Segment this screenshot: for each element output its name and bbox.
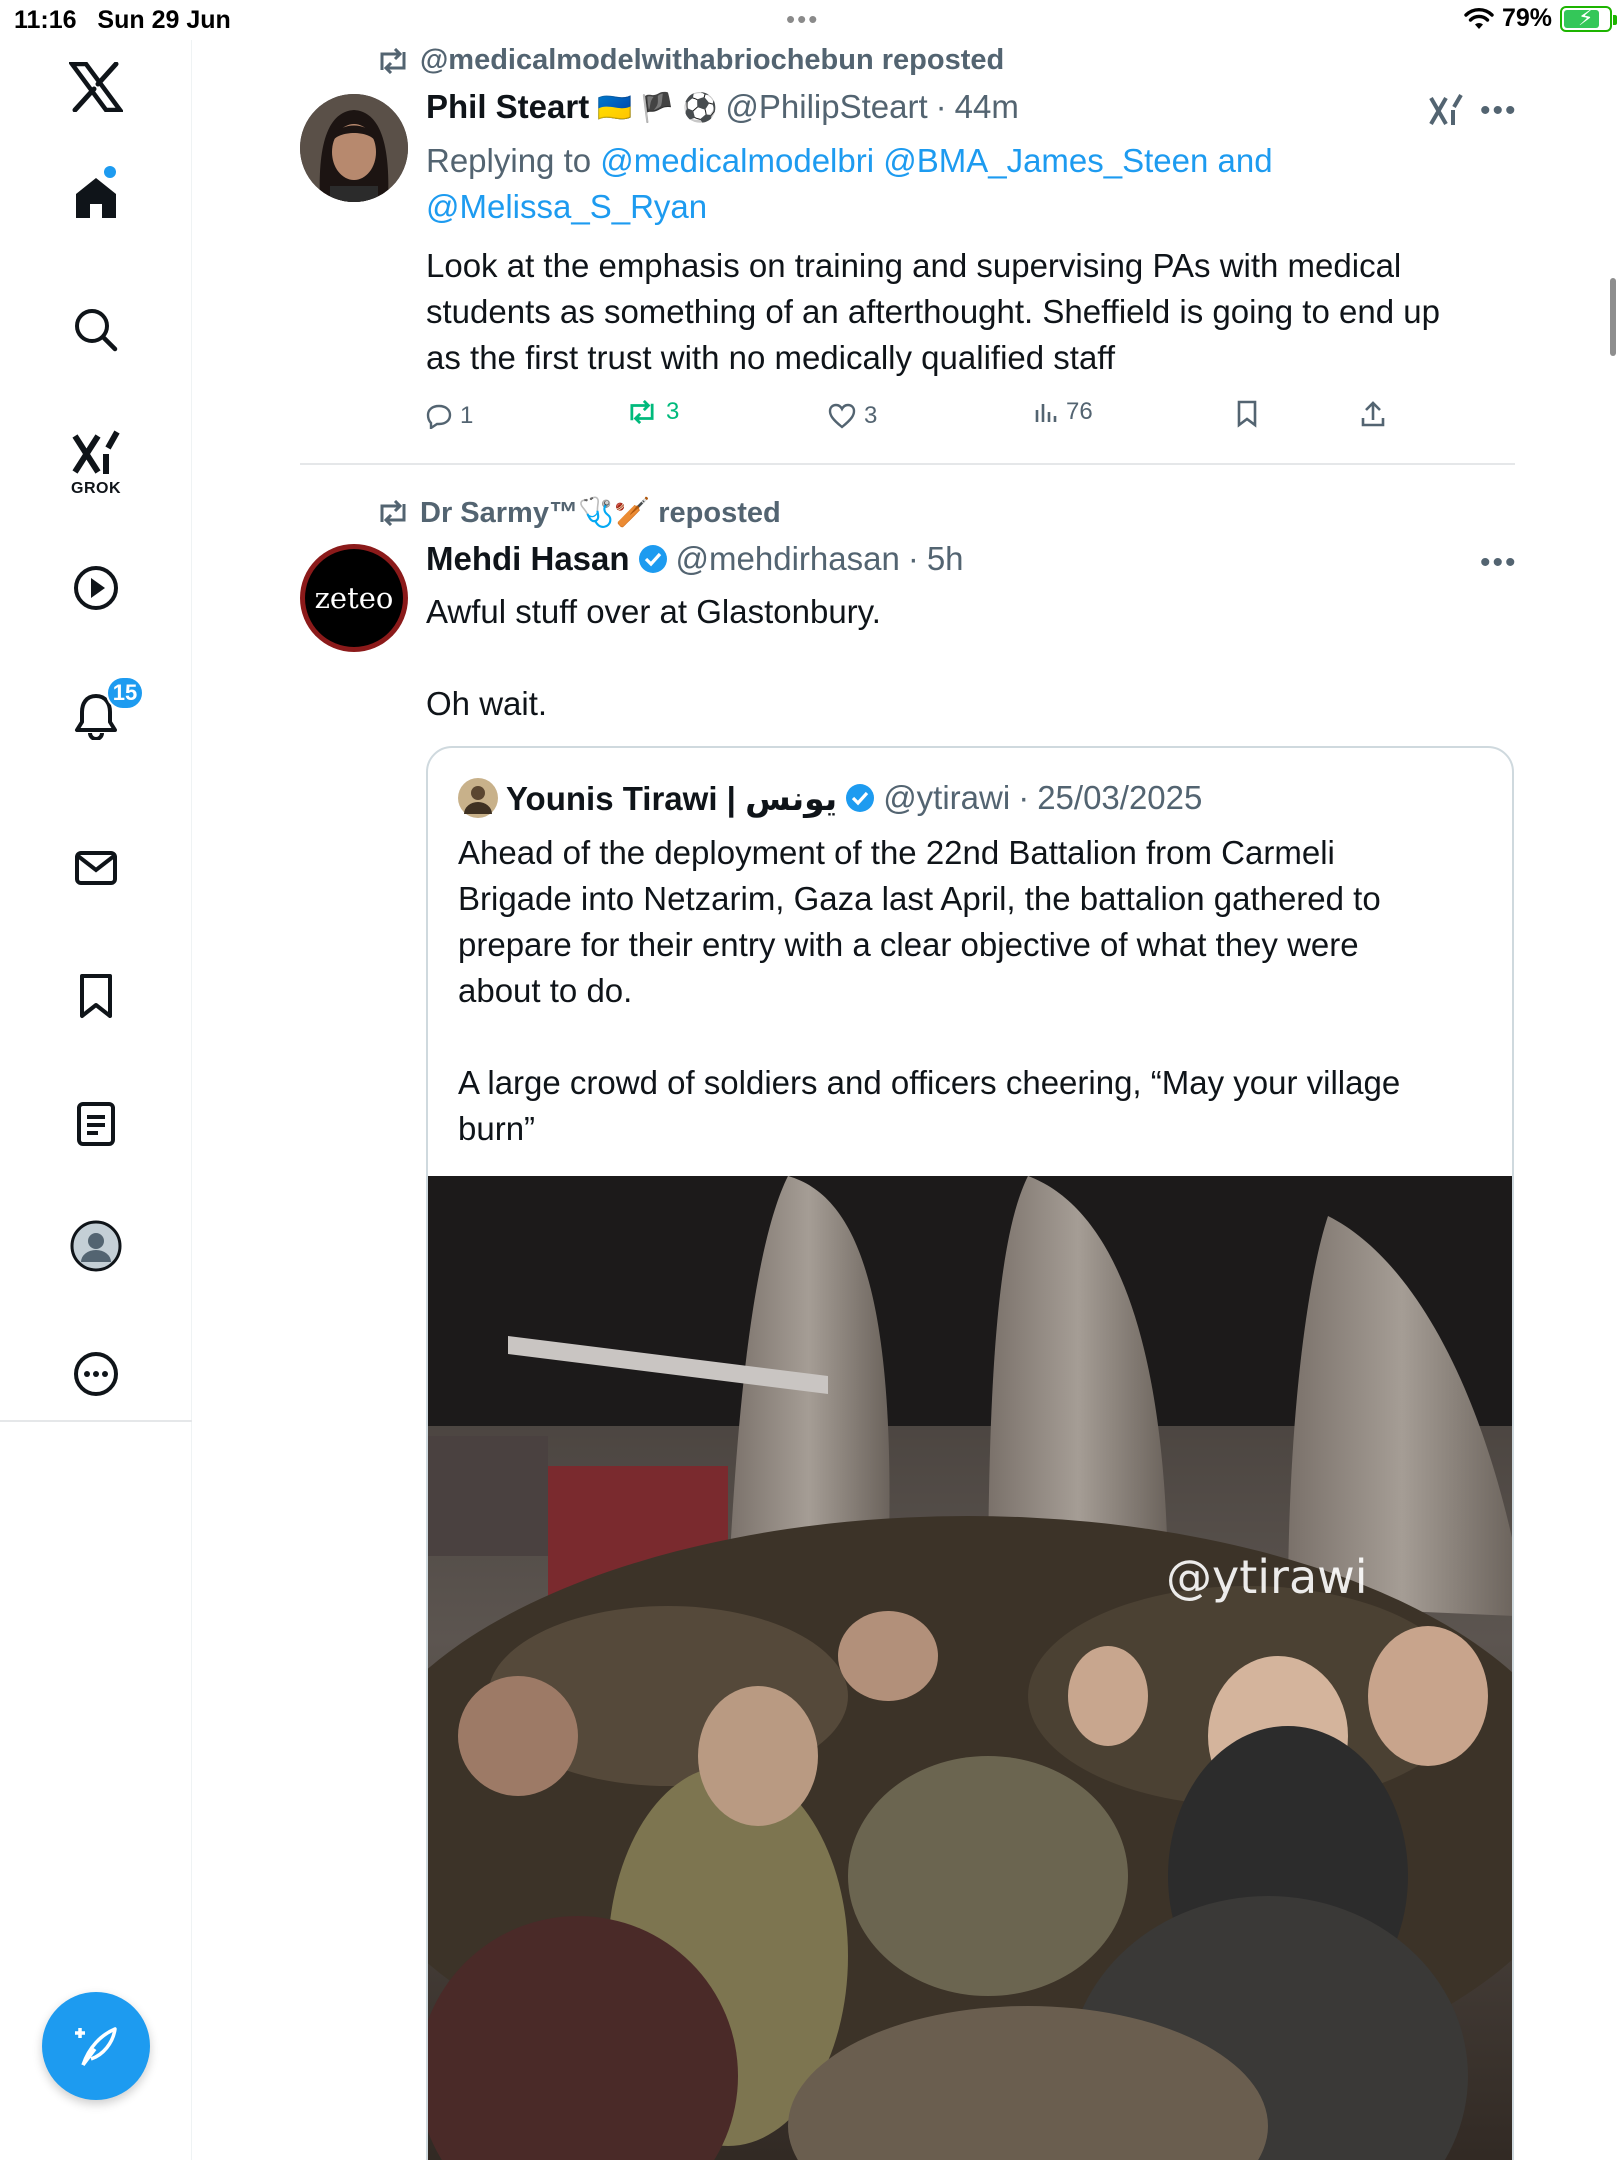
repost-text[interactable]: Dr Sarmy™🩺🏏 reposted (420, 496, 781, 530)
video-watermark: @ytirawi (1166, 1550, 1368, 1604)
tweet-time[interactable]: 5h (927, 540, 964, 578)
sidebar: GROK 15 (0, 40, 192, 2160)
avatar-logo-text: zeteo (314, 581, 394, 615)
name-emoji-flags: 🇺🇦 🏴 ⚽ (597, 91, 718, 123)
bookmark-icon[interactable] (1236, 400, 1258, 428)
replying-to-mention-2[interactable]: @Melissa_S_Ryan (426, 188, 707, 225)
compose-feather-icon (75, 2027, 117, 2067)
quote-video[interactable]: @ytirawi (428, 1176, 1512, 2160)
nav-grok[interactable]: GROK (0, 428, 192, 498)
play-circle-icon (74, 566, 118, 610)
sidebar-divider (0, 1420, 192, 1422)
quote-header: Younis Tirawi | يونس @ytirawi · 25/03/20… (458, 778, 1202, 818)
mail-icon (75, 851, 117, 885)
nav-notifications[interactable]: 15 (0, 676, 192, 740)
battery-icon: ⚡ (1560, 5, 1617, 32)
status-bar: 11:16 Sun 29 Jun ••• 79% ⚡ (0, 0, 1620, 40)
nav-video[interactable] (0, 564, 192, 612)
replying-to: Replying to @medicalmodelbri @BMA_James_… (426, 138, 1426, 230)
status-time: 11:16 Sun 29 Jun (14, 6, 231, 34)
grok-explain-icon[interactable] (1428, 92, 1464, 128)
quote-avatar[interactable] (458, 778, 498, 818)
repost-indicator: Dr Sarmy™🩺🏏 reposted (376, 496, 781, 530)
views-bars-icon (1035, 404, 1057, 422)
status-right: 79% ⚡ (1464, 4, 1617, 33)
nav-bookmarks[interactable] (0, 972, 192, 1020)
share-icon[interactable] (1360, 400, 1386, 428)
profile-avatar-icon (70, 1220, 122, 1272)
view-count: 76 (1066, 398, 1093, 425)
tweet-time[interactable]: 44m (955, 88, 1019, 126)
tweet-text: Awful stuff over at Glastonbury. Oh wait… (426, 593, 881, 722)
quote-author-handle[interactable]: @ytirawi (883, 779, 1010, 817)
grok-label: GROK (71, 480, 121, 497)
nav-more[interactable] (0, 1350, 192, 1398)
repost-count: 3 (666, 398, 680, 425)
separator-dot: · (1018, 779, 1030, 816)
quote-text: Ahead of the deployment of the 22nd Batt… (458, 834, 1401, 1147)
search-icon (75, 309, 118, 352)
nav-profile[interactable] (0, 1220, 192, 1272)
like-button[interactable]: 3 (828, 402, 877, 430)
replying-to-mentions[interactable]: @medicalmodelbri @BMA_James_Steen and (600, 142, 1272, 179)
replying-label: Replying to (426, 142, 592, 179)
grok-icon (72, 430, 120, 474)
author-handle[interactable]: @mehdirhasan (676, 540, 900, 578)
reply-icon (426, 404, 452, 429)
quote-date: 25/03/2025 (1037, 779, 1203, 816)
wifi-icon (1464, 7, 1494, 29)
home-unread-dot (104, 166, 116, 178)
tweet-divider (300, 463, 1515, 465)
nav-lists[interactable] (0, 1100, 192, 1148)
verified-badge-icon (638, 545, 667, 573)
avatar-zeteo[interactable]: zeteo (300, 544, 408, 652)
author-handle[interactable]: @PhilipSteart (725, 88, 927, 126)
reply-button[interactable]: 1 (426, 402, 473, 430)
bookmark-icon (80, 974, 112, 1018)
multitask-dots[interactable]: ••• (786, 4, 819, 35)
repost-text[interactable]: @medicalmodelwithabriochebun reposted (420, 44, 1004, 77)
quoted-tweet[interactable]: Younis Tirawi | يونس @ytirawi · 25/03/20… (426, 746, 1514, 2160)
author-name[interactable]: Mehdi Hasan (426, 540, 630, 578)
quote-author-name[interactable]: Younis Tirawi | يونس (506, 779, 837, 818)
list-icon (77, 1102, 115, 1146)
repost-icon (380, 500, 406, 526)
separator-dot: · (907, 540, 919, 577)
repost-icon (380, 47, 406, 74)
tweet-more-icon[interactable]: ••• (1480, 94, 1518, 128)
verified-badge-icon (846, 784, 875, 812)
battery-percent: 79% (1501, 4, 1552, 32)
nav-messages[interactable] (0, 844, 192, 892)
heart-icon (828, 403, 856, 429)
tweet-more-icon[interactable]: ••• (1480, 546, 1518, 580)
compose-post-button[interactable] (42, 1992, 150, 2100)
tweet-header: Mehdi Hasan @mehdirhasan · 5h (426, 540, 964, 578)
more-circle-icon (74, 1352, 118, 1396)
tweet-header: Phil Steart 🇺🇦 🏴 ⚽ @PhilipSteart · 44m (426, 88, 1019, 126)
home-icon (76, 178, 116, 218)
avatar-phil-steart[interactable] (300, 94, 408, 202)
like-count: 3 (864, 402, 878, 429)
x-logo-icon[interactable] (0, 62, 192, 112)
separator-dot: · (935, 88, 947, 125)
nav-search[interactable] (0, 306, 192, 354)
reply-count: 1 (460, 402, 474, 429)
repost-button[interactable]: 3 (626, 398, 679, 426)
views-button[interactable]: 76 (1034, 398, 1093, 426)
repost-icon (630, 400, 654, 424)
repost-indicator: @medicalmodelwithabriochebun reposted (376, 44, 1004, 77)
nav-home[interactable] (0, 166, 192, 222)
tweet-text: Look at the emphasis on training and sup… (426, 247, 1440, 376)
scrollbar[interactable] (1610, 278, 1616, 356)
crowd-video-frame (428, 1176, 1512, 2160)
author-name[interactable]: Phil Steart (426, 88, 589, 126)
notification-badge: 15 (106, 676, 144, 710)
